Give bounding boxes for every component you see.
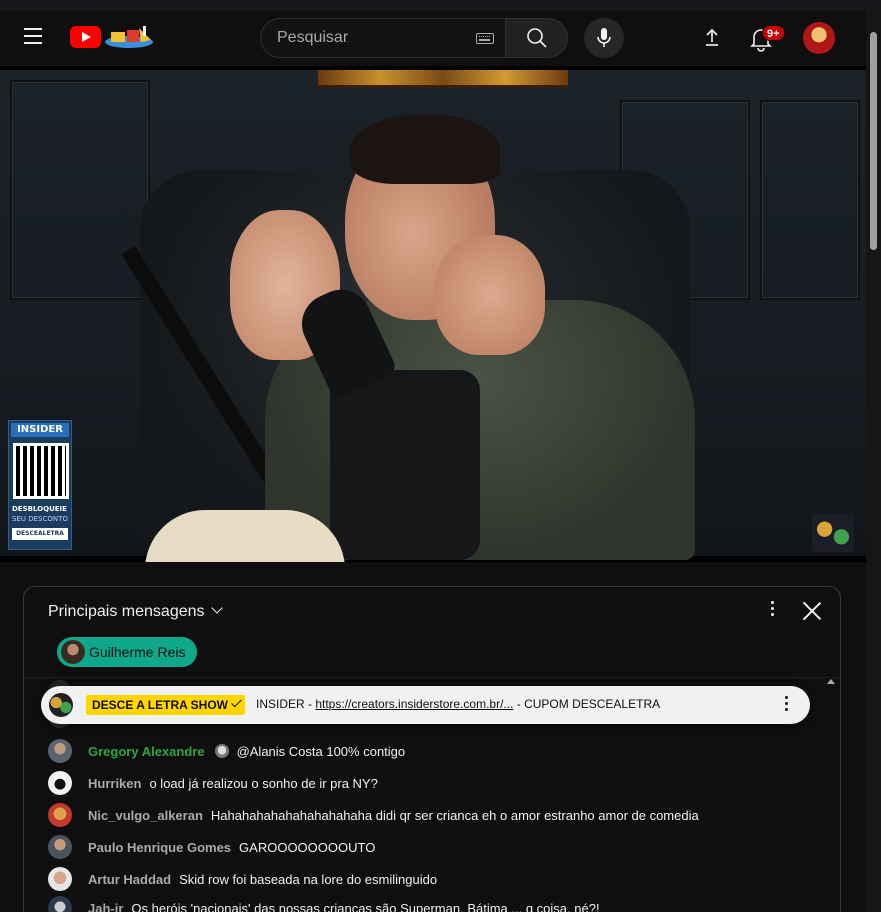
message-author[interactable]: Hurriken [88, 776, 141, 791]
qr-code-icon [13, 443, 69, 499]
pinned-prefix: INSIDER - [256, 697, 316, 711]
sponsor-line1: DESBLOQUEIE [12, 505, 67, 513]
menu-icon[interactable] [24, 28, 44, 48]
scroll-up-icon[interactable] [827, 679, 835, 684]
avatar [48, 803, 72, 827]
message-author[interactable]: Nic_vulgo_alkeran [88, 808, 203, 823]
avatar [48, 835, 72, 859]
doodle-logo-icon[interactable] [103, 24, 155, 50]
verified-check-icon [231, 696, 242, 708]
keyboard-icon[interactable] [476, 33, 494, 44]
chat-mode-dropdown[interactable]: Principais mensagens [48, 602, 223, 621]
search-box [260, 18, 506, 58]
person-shirt [330, 370, 480, 560]
message-author[interactable]: Artur Haddad [88, 872, 171, 887]
list-item: Artur Haddad Skid row foi baseada na lor… [48, 865, 437, 893]
chat-title: Principais mensagens [48, 603, 205, 620]
more-options-icon[interactable] [781, 696, 791, 714]
message-author[interactable]: Paulo Henrique Gomes [88, 840, 231, 855]
avatar [48, 867, 72, 891]
message-text: Hahahahahahahahahahaha didi qr ser crian… [210, 807, 699, 823]
message-text: o load já realizou o sonho de ir pra NY? [149, 775, 378, 791]
notification-count-badge: 9+ [762, 25, 785, 41]
list-item: Gregory Alexandre @Alanis Costa 100% con… [48, 737, 405, 765]
pinned-message-banner[interactable]: DESCE A LETRA SHOW INSIDER - https://cre… [41, 686, 810, 724]
message-author[interactable]: Gregory Alexandre [88, 744, 205, 759]
pinned-author-label: DESCE A LETRA SHOW [86, 695, 246, 715]
browser-top-strip [0, 0, 881, 10]
voice-search-button[interactable] [584, 18, 624, 58]
account-avatar[interactable] [803, 22, 835, 54]
more-options-icon[interactable] [764, 601, 780, 621]
sponsor-code: DESCEALETRA [12, 528, 68, 540]
avatar [48, 739, 72, 763]
pinned-message-text: INSIDER - https://creators.insiderstore.… [256, 697, 660, 711]
message-text: GAROOOOOOOOUTO [239, 839, 376, 855]
microphone-icon [597, 28, 611, 47]
list-item: Nic_vulgo_alkeran Hahahahahahahahahahaha… [48, 801, 699, 829]
search-button[interactable] [505, 18, 568, 58]
upload-icon[interactable] [700, 26, 724, 50]
message-text: Skid row foi baseada na lore do esmiling… [179, 871, 438, 887]
masthead: 9+ [0, 10, 866, 66]
live-chat-panel: Principais mensagens Guilherme Reis Greg… [23, 586, 841, 912]
scrollbar-thumb[interactable] [870, 32, 877, 250]
chat-header: Principais mensagens [24, 587, 840, 635]
list-item: Jah-ir Os heróis 'nacionais' das nossas … [48, 894, 600, 912]
member-badge-icon [214, 744, 229, 758]
chevron-down-icon [210, 602, 223, 614]
channel-watermark-icon[interactable] [812, 514, 854, 552]
list-item: Hurriken o load já realizou o sonho de i… [48, 769, 378, 797]
close-icon[interactable] [802, 601, 822, 621]
video-player[interactable]: INSIDER DESBLOQUEIE SEU DESCONTO DESCEAL… [0, 66, 866, 562]
wall-painting-frame [318, 70, 568, 88]
page-scrollbar[interactable] [866, 10, 881, 912]
guest-knee [145, 510, 345, 562]
person-hair [350, 114, 500, 184]
sponsor-title: INSIDER [11, 423, 69, 437]
search-icon [527, 28, 547, 48]
avatar [61, 640, 85, 664]
message-text: Os heróis 'nacionais' das nossas criança… [131, 900, 600, 912]
youtube-logo[interactable] [70, 26, 101, 48]
message-text: @Alanis Costa 100% contigo [236, 743, 406, 759]
chat-scrollbar[interactable] [826, 677, 836, 912]
member-chip[interactable]: Guilherme Reis [57, 637, 198, 667]
avatar [49, 693, 73, 717]
sponsor-line2: SEU DESCONTO [12, 515, 68, 523]
avatar [48, 896, 72, 912]
pinned-link[interactable]: https://creators.insiderstore.com.br/... [315, 697, 513, 711]
avatar [48, 771, 72, 795]
pinned-suffix: - CUPOM DESCEALETRA [513, 697, 661, 711]
search-input[interactable] [277, 19, 467, 57]
person-right-hand [435, 235, 545, 355]
message-author[interactable]: Jah-ir [88, 901, 123, 912]
video-frame: INSIDER DESBLOQUEIE SEU DESCONTO DESCEAL… [0, 70, 866, 562]
member-chip-name: Guilherme Reis [89, 644, 186, 660]
wall-panel [760, 100, 860, 300]
sponsor-qr-card: INSIDER DESBLOQUEIE SEU DESCONTO DESCEAL… [8, 420, 72, 550]
list-item: Paulo Henrique Gomes GAROOOOOOOOUTO [48, 833, 375, 861]
pinned-author-text: DESCE A LETRA SHOW [92, 698, 229, 712]
